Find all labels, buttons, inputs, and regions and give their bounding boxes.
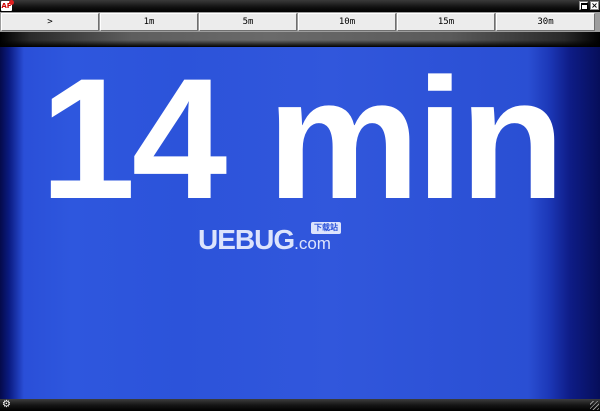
preset-10m-button[interactable]: 10m xyxy=(298,13,396,31)
watermark-badge: 下载站 xyxy=(311,222,341,234)
restore-button[interactable] xyxy=(579,1,588,10)
watermark-brand: UEBUG xyxy=(198,224,295,255)
app-icon: AF xyxy=(1,0,14,11)
toolbar-shadow-divider xyxy=(0,32,600,47)
preset-1m-button[interactable]: 1m xyxy=(100,13,198,31)
watermark-logo: UEBUG.com 下载站 xyxy=(198,222,358,258)
title-bar: AF × xyxy=(0,0,600,12)
gear-icon[interactable]: ⚙ xyxy=(1,399,12,410)
preset-15m-button[interactable]: 15m xyxy=(397,13,495,31)
remaining-time-display: 14 min xyxy=(40,47,565,235)
duration-toolbar: > 1m 5m 10m 15m 30m xyxy=(0,12,600,32)
timer-display-panel: 14 min UEBUG.com 下载站 xyxy=(0,47,600,399)
preset-5m-button[interactable]: 5m xyxy=(199,13,297,31)
resize-grip-icon[interactable] xyxy=(590,401,599,410)
preset-30m-button[interactable]: 30m xyxy=(496,13,595,31)
watermark-domain: .com xyxy=(294,234,331,253)
close-button[interactable]: × xyxy=(590,1,599,10)
start-button[interactable]: > xyxy=(1,13,99,31)
status-bar: ⚙ xyxy=(0,399,600,411)
